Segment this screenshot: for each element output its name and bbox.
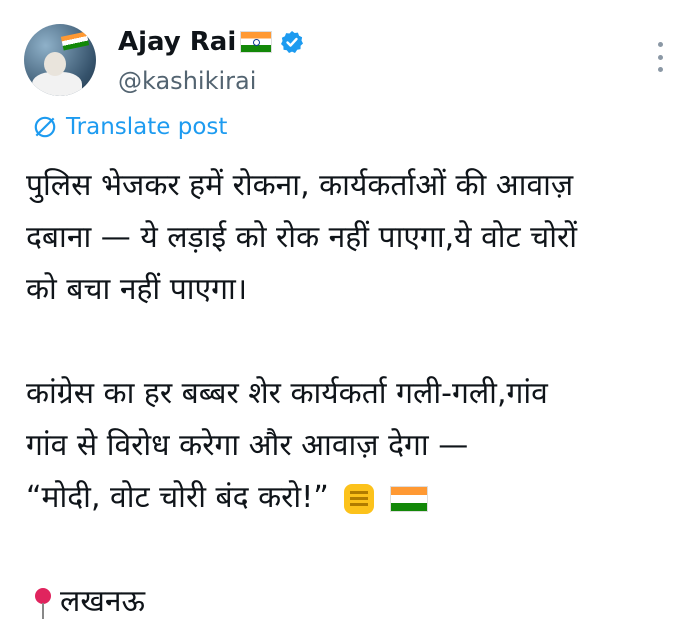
raised-fist-emoji [344,483,375,514]
translate-globe-icon [34,116,56,138]
post-line: को बचा नहीं पाएगा। [26,272,248,307]
more-options-icon[interactable] [650,42,670,72]
round-pushpin-emoji [26,586,56,620]
post-text: पुलिस भेजकर हमें रोकना, कार्यकर्ताओं की … [26,160,686,628]
more-dot [657,42,663,47]
author-name-row[interactable]: Ajay Rai [118,26,304,58]
slogan-line: “मोदी, वोट चोरी बंद करो!” [26,472,686,524]
author-name[interactable]: Ajay Rai [118,26,236,58]
translate-post-link[interactable]: Translate post [32,112,227,142]
post-line: कांग्रेस का हर बब्बर शेर कार्यकर्ता गली-… [26,376,548,411]
post-line: दबाना — ये लड़ाई को रोक नहीं पाएगा,ये वो… [26,220,578,255]
avatar-head [44,52,66,76]
avatar-flag [60,31,90,51]
more-dot [657,54,663,60]
verified-badge-icon [281,31,304,53]
india-flag-icon [240,31,273,53]
location-line: लखनऊ [26,576,686,628]
more-dot [657,67,663,72]
location-text: लखनऊ [60,584,146,619]
post-line: गांव से विरोध करेगा और आवाज़ देगा — [26,428,469,463]
post-line: पुलिस भेजकर हमें रोकना, कार्यकर्ताओं की … [26,168,574,203]
author-handle[interactable]: @kashikirai [118,66,256,96]
india-flag-emoji [389,485,428,512]
slogan-text: “मोदी, वोट चोरी बंद करो!” [26,480,329,515]
translate-label: Translate post [66,114,228,140]
author-avatar[interactable] [24,24,96,96]
